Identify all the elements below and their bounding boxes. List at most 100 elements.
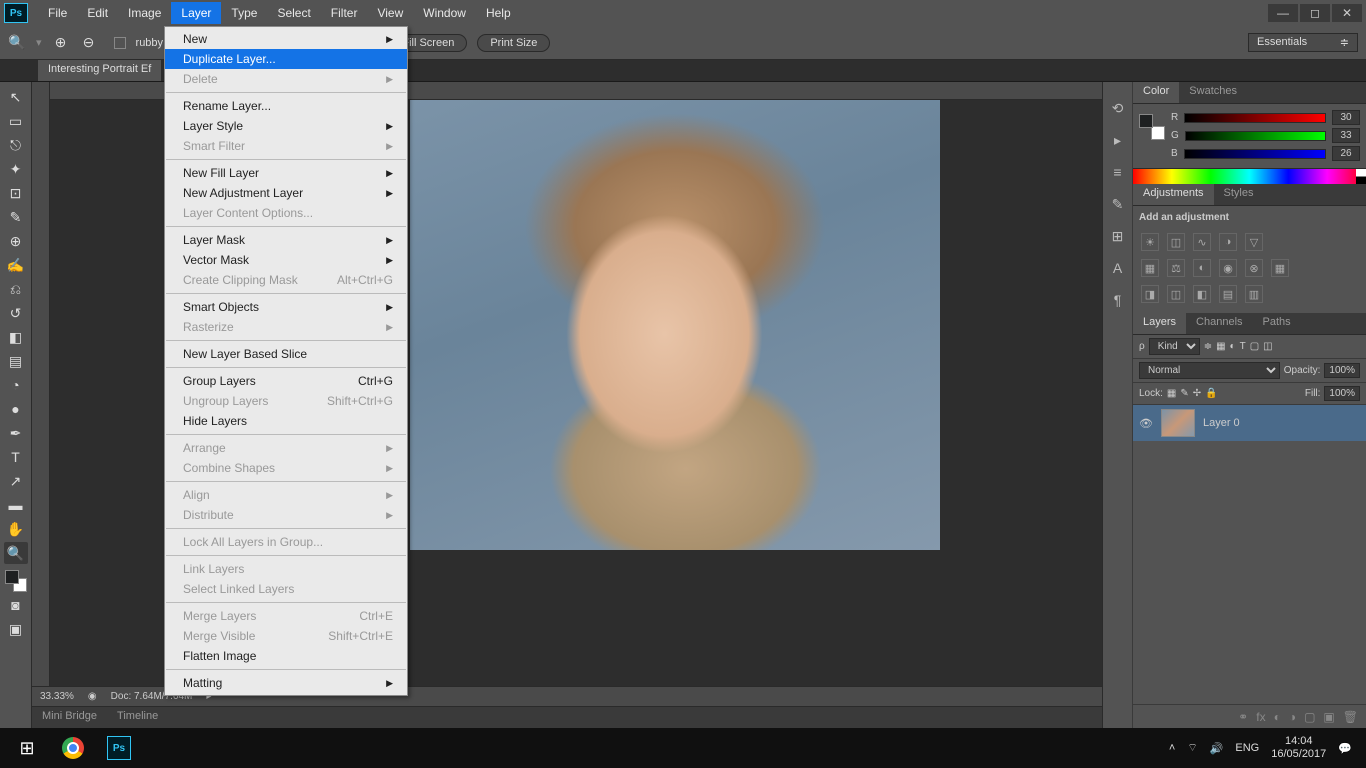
clock[interactable]: 14:04 16/05/2017	[1271, 735, 1326, 761]
levels-icon[interactable]: ◫	[1167, 233, 1185, 251]
eraser-tool[interactable]: ◧	[4, 326, 28, 348]
chrome-taskbar-icon[interactable]	[50, 728, 96, 768]
language-indicator[interactable]: ENG	[1235, 742, 1259, 754]
r-value[interactable]: 30	[1332, 110, 1360, 125]
menu-item-group-layers[interactable]: Group LayersCtrl+G	[165, 371, 407, 391]
mask-icon[interactable]: ◐	[1274, 710, 1281, 724]
menu-item-layer-mask[interactable]: Layer Mask▶	[165, 230, 407, 250]
mini-bridge-tab[interactable]: Mini Bridge	[32, 707, 107, 728]
eyedropper-tool[interactable]: ✎	[4, 206, 28, 228]
menu-item-duplicate-layer[interactable]: Duplicate Layer...	[165, 49, 407, 69]
filter-type-icon[interactable]: T	[1240, 341, 1246, 352]
delete-layer-icon[interactable]: 🗑	[1343, 710, 1358, 724]
workspace-switcher[interactable]: Essentials≑	[1248, 33, 1358, 52]
paragraph-icon[interactable]: ¶	[1108, 290, 1128, 310]
menu-layer[interactable]: Layer	[171, 2, 221, 24]
actions-icon[interactable]: ▸	[1108, 130, 1128, 150]
menu-select[interactable]: Select	[267, 2, 320, 24]
fx-icon[interactable]: fx	[1256, 710, 1265, 724]
screenmode-tool[interactable]: ▣	[4, 618, 28, 640]
volume-icon[interactable]: 🔊	[1210, 742, 1224, 755]
exposure-icon[interactable]: ◑	[1219, 233, 1237, 251]
swatches-tab[interactable]: Swatches	[1179, 82, 1247, 103]
filter-adjust-icon[interactable]: ◐	[1230, 341, 1236, 352]
b-slider[interactable]	[1184, 149, 1326, 159]
brushpreset-icon[interactable]: ⊞	[1108, 226, 1128, 246]
lock-position-icon[interactable]: ✢	[1193, 388, 1201, 399]
menu-item-new[interactable]: New▶	[165, 29, 407, 49]
notifications-icon[interactable]: 💬	[1338, 742, 1352, 755]
layer-name[interactable]: Layer 0	[1203, 417, 1240, 429]
document-tab[interactable]: Interesting Portrait Ef	[38, 60, 161, 81]
lock-image-icon[interactable]: ✎	[1180, 388, 1188, 399]
history-icon[interactable]: ⟲	[1108, 98, 1128, 118]
adjustments-tab[interactable]: Adjustments	[1133, 184, 1214, 205]
filter-smart-icon[interactable]: ◫	[1263, 341, 1272, 352]
brush-panel-icon[interactable]: ✎	[1108, 194, 1128, 214]
posterize-icon[interactable]: ◫	[1167, 285, 1185, 303]
tray-chevron-icon[interactable]: ˄	[1169, 742, 1175, 754]
invert-icon[interactable]: ◨	[1141, 285, 1159, 303]
menu-item-flatten-image[interactable]: Flatten Image	[165, 646, 407, 666]
fill-value[interactable]: 100%	[1324, 386, 1360, 401]
filter-shape-icon[interactable]: ▢	[1250, 341, 1259, 352]
menu-item-smart-objects[interactable]: Smart Objects▶	[165, 297, 407, 317]
r-slider[interactable]	[1184, 113, 1326, 123]
colorbalance-icon[interactable]: ⚖	[1167, 259, 1185, 277]
menu-image[interactable]: Image	[118, 2, 171, 24]
layer-kind-select[interactable]: Kind	[1149, 338, 1200, 355]
layers-tab[interactable]: Layers	[1133, 313, 1186, 334]
new-layer-icon[interactable]: ▣	[1323, 710, 1334, 724]
properties-icon[interactable]: ≡	[1108, 162, 1128, 182]
menu-help[interactable]: Help	[476, 2, 521, 24]
marquee-tool[interactable]: ▭	[4, 110, 28, 132]
menu-item-vector-mask[interactable]: Vector Mask▶	[165, 250, 407, 270]
threshold-icon[interactable]: ◧	[1193, 285, 1211, 303]
quickmask-tool[interactable]: ◙	[4, 594, 28, 616]
layer-thumbnail[interactable]	[1161, 409, 1195, 437]
menu-view[interactable]: View	[367, 2, 413, 24]
selective-icon[interactable]: ▥	[1245, 285, 1263, 303]
zoom-tool-icon[interactable]: 🔍	[8, 34, 26, 52]
gradient-tool[interactable]: ▤	[4, 350, 28, 372]
zoom-tool[interactable]: 🔍	[4, 542, 28, 564]
menu-item-new-layer-based-slice[interactable]: New Layer Based Slice	[165, 344, 407, 364]
path-tool[interactable]: ↗	[4, 470, 28, 492]
start-button[interactable]: ⊞	[4, 728, 50, 768]
menu-filter[interactable]: Filter	[321, 2, 368, 24]
color-tab[interactable]: Color	[1133, 82, 1179, 103]
crop-tool[interactable]: ⊡	[4, 182, 28, 204]
colorlookup-icon[interactable]: ▦	[1271, 259, 1289, 277]
channelmixer-icon[interactable]: ⊗	[1245, 259, 1263, 277]
lasso-tool[interactable]: ⎋	[4, 134, 28, 156]
layer-row[interactable]: 👁 Layer 0	[1133, 405, 1366, 441]
zoom-out-icon[interactable]: ⊖	[80, 34, 98, 52]
color-swatches[interactable]	[5, 570, 27, 592]
pen-tool[interactable]: ✒	[4, 422, 28, 444]
visibility-icon[interactable]: 👁	[1139, 417, 1153, 430]
g-slider[interactable]	[1185, 131, 1326, 141]
lock-all-icon[interactable]: 🔒	[1205, 388, 1217, 399]
brightness-icon[interactable]: ☀	[1141, 233, 1159, 251]
minimize-button[interactable]: ―	[1268, 4, 1298, 22]
group-icon[interactable]: ▢	[1304, 710, 1315, 724]
photofilter-icon[interactable]: ◉	[1219, 259, 1237, 277]
maximize-button[interactable]: ◻	[1300, 4, 1330, 22]
wand-tool[interactable]: ✦	[4, 158, 28, 180]
stamp-tool[interactable]: ⎌	[4, 278, 28, 300]
close-button[interactable]: ✕	[1332, 4, 1362, 22]
g-value[interactable]: 33	[1332, 128, 1360, 143]
heal-tool[interactable]: ⊕	[4, 230, 28, 252]
character-icon[interactable]: A	[1108, 258, 1128, 278]
opacity-value[interactable]: 100%	[1324, 363, 1360, 378]
print-size-button[interactable]: Print Size	[477, 34, 550, 52]
timeline-tab[interactable]: Timeline	[107, 707, 168, 728]
menu-edit[interactable]: Edit	[77, 2, 118, 24]
color-spectrum[interactable]	[1133, 168, 1366, 184]
menu-item-rename-layer[interactable]: Rename Layer...	[165, 96, 407, 116]
menu-type[interactable]: Type	[221, 2, 267, 24]
menu-item-hide-layers[interactable]: Hide Layers	[165, 411, 407, 431]
photoshop-taskbar-icon[interactable]: Ps	[96, 728, 142, 768]
blur-tool[interactable]: ◔	[4, 374, 28, 396]
bw-icon[interactable]: ◐	[1193, 259, 1211, 277]
